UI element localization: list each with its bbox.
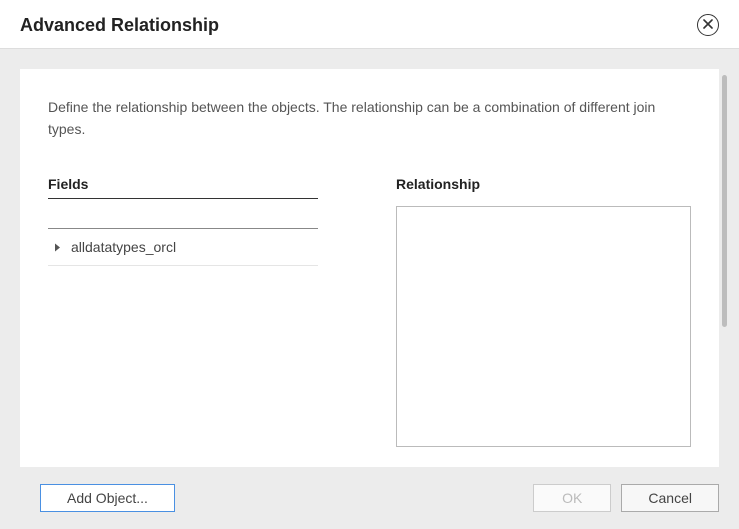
dialog-body-wrap: Define the relationship between the obje… bbox=[0, 49, 739, 467]
tree-item-label: alldatatypes_orcl bbox=[71, 239, 176, 255]
caret-right-icon bbox=[54, 243, 61, 252]
tree-item[interactable]: alldatatypes_orcl bbox=[48, 229, 318, 266]
dialog-header: Advanced Relationship bbox=[0, 0, 739, 49]
footer-right: OK Cancel bbox=[533, 484, 719, 512]
relationship-column: Relationship bbox=[396, 176, 691, 447]
relationship-box[interactable] bbox=[396, 206, 691, 447]
dialog-description: Define the relationship between the obje… bbox=[48, 97, 691, 140]
scrollbar[interactable] bbox=[722, 75, 727, 327]
close-button[interactable] bbox=[697, 14, 719, 36]
dialog-title: Advanced Relationship bbox=[20, 15, 219, 36]
ok-button: OK bbox=[533, 484, 611, 512]
fields-tree: alldatatypes_orcl bbox=[48, 229, 318, 266]
fields-header-spacer bbox=[48, 199, 318, 229]
fields-column: Fields alldatatypes_orcl bbox=[48, 176, 318, 447]
add-object-button[interactable]: Add Object... bbox=[40, 484, 175, 512]
dialog-body: Define the relationship between the obje… bbox=[20, 69, 719, 467]
cancel-button[interactable]: Cancel bbox=[621, 484, 719, 512]
fields-label: Fields bbox=[48, 176, 318, 199]
close-icon bbox=[703, 16, 713, 34]
relationship-label: Relationship bbox=[396, 176, 691, 198]
columns: Fields alldatatypes_orcl Relationship bbox=[48, 176, 691, 447]
dialog-footer: Add Object... OK Cancel bbox=[0, 467, 739, 529]
footer-left: Add Object... bbox=[40, 484, 175, 512]
